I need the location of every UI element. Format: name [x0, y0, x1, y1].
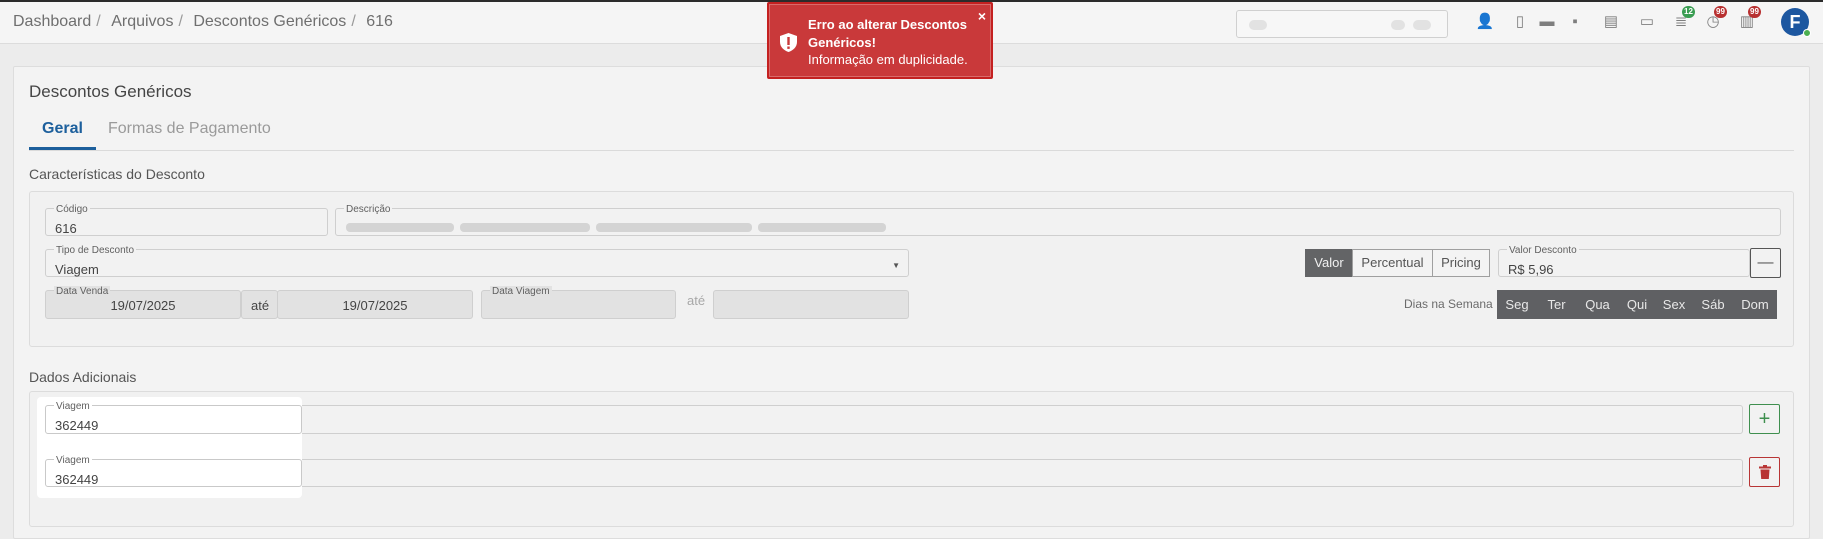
data-venda-to-field[interactable]: 19/07/2025	[277, 290, 473, 319]
avatar[interactable]: F	[1781, 8, 1811, 37]
mobile-icon[interactable]: ▯	[1509, 11, 1531, 33]
codigo-field[interactable]: Código 616	[45, 204, 328, 236]
page-title: Descontos Genéricos	[29, 82, 192, 101]
save-icon-glyph: ▪	[1572, 13, 1578, 30]
data-venda-from-value: 19/07/2025	[110, 298, 176, 313]
delete-row-button[interactable]	[1749, 457, 1780, 487]
viagem-field-1[interactable]: Viagem 362449	[45, 401, 302, 434]
data-viagem-label: Data Viagem	[490, 286, 552, 297]
save-icon[interactable]: ▪	[1564, 11, 1586, 33]
monitor-icon[interactable]: ▭	[1636, 11, 1658, 33]
day-button-3[interactable]: Qui	[1619, 290, 1655, 319]
breadcrumb-separator: /	[351, 13, 356, 30]
dias-semana-label: Dias na Semana	[1404, 297, 1493, 311]
day-button-0[interactable]: Seg	[1497, 290, 1537, 319]
tipo-desconto-value: Viagem	[55, 262, 99, 277]
day-button-4[interactable]: Sex	[1655, 290, 1693, 319]
trash-icon	[1758, 465, 1771, 479]
tab-formas-pagamento[interactable]: Formas de Pagamento	[108, 120, 271, 138]
search-blur	[1249, 20, 1267, 30]
day-button-5[interactable]: Sáb	[1693, 290, 1733, 319]
valor-desconto-value: R$ 5,96	[1508, 262, 1554, 277]
breadcrumb-current: 616	[366, 13, 393, 30]
data-viagem-ate-label: até	[687, 293, 706, 308]
data-venda-to-value: 19/07/2025	[342, 298, 408, 313]
data-viagem-from-field[interactable]: Data Viagem	[481, 286, 676, 319]
breadcrumb-descontos[interactable]: Descontos Genéricos	[193, 13, 346, 31]
document-icon-glyph: ▤	[1603, 13, 1619, 30]
descricao-blurred-text	[346, 223, 454, 232]
descricao-blurred-text	[596, 223, 752, 232]
viagem-value: 362449	[55, 418, 99, 433]
valor-desconto-label: Valor Desconto	[1507, 245, 1579, 256]
descricao-blurred-text	[460, 223, 590, 232]
stack-icon[interactable]: ≣ 12	[1670, 6, 1695, 33]
descricao-blurred-text	[758, 223, 886, 232]
valor-desconto-minus-button[interactable]: —	[1750, 248, 1781, 278]
search-input[interactable]	[1236, 10, 1448, 38]
error-toast: Erro ao alterar Descontos Genéricos! Inf…	[767, 2, 993, 79]
day-button-2[interactable]: Qua	[1576, 290, 1619, 319]
notification-badge: 99	[1714, 6, 1727, 18]
online-status-dot	[1803, 29, 1811, 37]
valor-desconto-field[interactable]: Valor Desconto R$ 5,96	[1498, 245, 1750, 277]
data-viagem-to-field[interactable]	[713, 290, 909, 319]
close-icon[interactable]: ×	[978, 9, 986, 23]
tab-geral[interactable]: Geral	[29, 120, 96, 150]
descricao-field[interactable]: Descrição	[335, 204, 1781, 236]
search-blur	[1413, 20, 1431, 30]
breadcrumb-separator: /	[96, 13, 101, 30]
codigo-value: 616	[55, 221, 77, 236]
viagem-label: Viagem	[54, 455, 92, 466]
data-venda-ate-addon: até	[241, 290, 278, 319]
card-icon[interactable]: ▬	[1536, 11, 1558, 33]
tipo-valor-button[interactable]: Valor	[1305, 249, 1353, 277]
section-title-caracteristicas: Características do Desconto	[29, 166, 205, 182]
clock-icon[interactable]: ◷ 99	[1702, 6, 1727, 33]
card-icon-glyph: ▬	[1539, 13, 1555, 30]
codigo-label: Código	[54, 204, 90, 215]
toast-title: Erro ao alterar Descontos Genéricos!	[808, 17, 967, 50]
notification-badge: 99	[1748, 6, 1761, 18]
viagem-label: Viagem	[54, 401, 92, 412]
plus-icon: +	[1758, 408, 1771, 430]
descricao-label: Descrição	[344, 204, 393, 215]
tipo-percentual-button[interactable]: Percentual	[1352, 249, 1433, 277]
clipboard-icon[interactable]: ▥ 99	[1736, 6, 1761, 33]
section-title-dados-adicionais: Dados Adicionais	[29, 369, 137, 385]
user-settings-icon[interactable]: 👤	[1474, 11, 1496, 33]
tipo-pricing-button[interactable]: Pricing	[1432, 249, 1490, 277]
breadcrumb-separator: /	[178, 13, 183, 30]
breadcrumb-arquivos[interactable]: Arquivos	[111, 13, 173, 31]
tab-divider	[29, 150, 1794, 151]
data-venda-from-field[interactable]: Data Venda 19/07/2025	[45, 286, 241, 319]
notification-badge: 12	[1682, 6, 1695, 18]
page: Dashboard / Arquivos / Descontos Genéricos…	[0, 0, 1823, 539]
viagem-value: 362449	[55, 472, 99, 487]
day-button-6[interactable]: Dom	[1733, 290, 1777, 319]
tipo-desconto-label: Tipo de Desconto	[54, 245, 137, 256]
avatar-letter: F	[1789, 12, 1801, 32]
viagem-field-2[interactable]: Viagem 362449	[45, 455, 302, 487]
toast-message: Informação em duplicidade.	[808, 52, 968, 67]
breadcrumb: Dashboard / Arquivos / Descontos Genéricos…	[13, 13, 393, 31]
data-venda-label: Data Venda	[54, 286, 111, 297]
add-row-button[interactable]: +	[1749, 404, 1780, 434]
breadcrumb-dashboard[interactable]: Dashboard	[13, 13, 91, 31]
day-button-1[interactable]: Ter	[1537, 290, 1576, 319]
document-icon[interactable]: ▤	[1600, 11, 1622, 33]
ate-label: até	[251, 298, 270, 313]
monitor-icon-glyph: ▭	[1639, 13, 1655, 30]
search-blur	[1391, 20, 1405, 30]
mobile-icon-glyph: ▯	[1515, 13, 1525, 30]
user-settings-icon-glyph: 👤	[1475, 13, 1495, 30]
shield-alert-icon	[780, 33, 797, 52]
tipo-desconto-select[interactable]: Tipo de Desconto Viagem ▼	[45, 245, 909, 277]
dropdown-caret-icon: ▼	[892, 261, 900, 270]
minus-icon: —	[1757, 254, 1774, 271]
